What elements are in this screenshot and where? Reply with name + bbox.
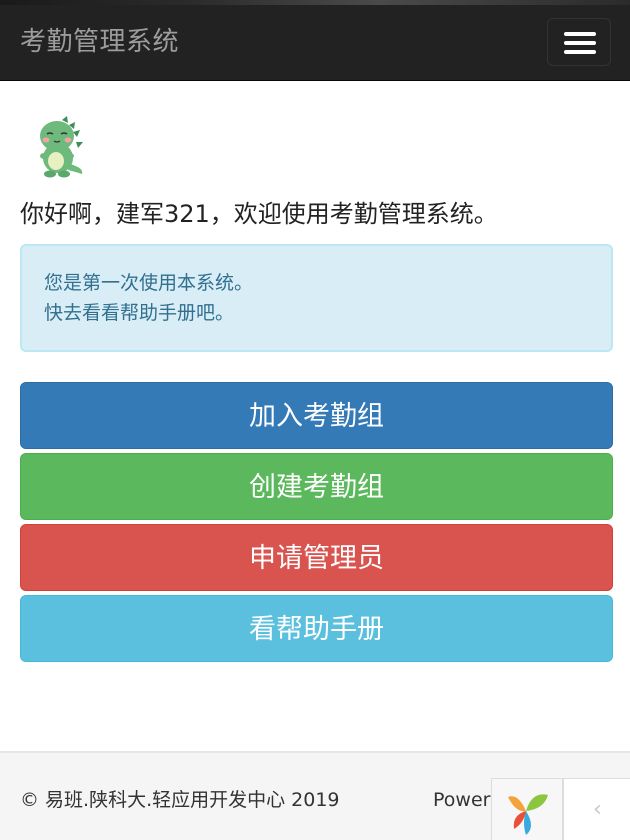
help-manual-button[interactable]: 看帮助手册 xyxy=(20,595,613,662)
yii-logo-icon xyxy=(508,794,548,835)
debug-toolbar-collapse-button[interactable]: ‹ xyxy=(563,778,630,840)
yii-debug-toolbar-logo[interactable] xyxy=(491,778,563,840)
copyright-text: © 易班.陕科大.轻应用开发中心 2019 xyxy=(20,789,340,811)
alert-line-2: 快去看看帮助手册吧。 xyxy=(44,302,235,324)
welcome-greeting: 你好啊，建军321，欢迎使用考勤管理系统。 xyxy=(20,200,498,228)
page: 考勤管理系统 你好啊，建军321，欢迎使用考勤管理系统。 您是第一次使用本系统。… xyxy=(0,0,630,840)
create-group-button[interactable]: 创建考勤组 xyxy=(20,453,613,520)
top-navbar: 考勤管理系统 xyxy=(0,0,630,81)
navbar-top-edge xyxy=(0,0,630,5)
chevron-left-icon: ‹ xyxy=(593,797,602,822)
dinosaur-avatar-icon xyxy=(32,116,86,178)
alert-line-1: 您是第一次使用本系统。 xyxy=(44,272,254,294)
apply-admin-button[interactable]: 申请管理员 xyxy=(20,524,613,591)
navbar-toggle-button[interactable] xyxy=(547,18,611,66)
join-group-button[interactable]: 加入考勤组 xyxy=(20,382,613,449)
first-use-alert: 您是第一次使用本系统。 快去看看帮助手册吧。 xyxy=(20,244,613,352)
navbar-brand[interactable]: 考勤管理系统 xyxy=(20,26,179,58)
